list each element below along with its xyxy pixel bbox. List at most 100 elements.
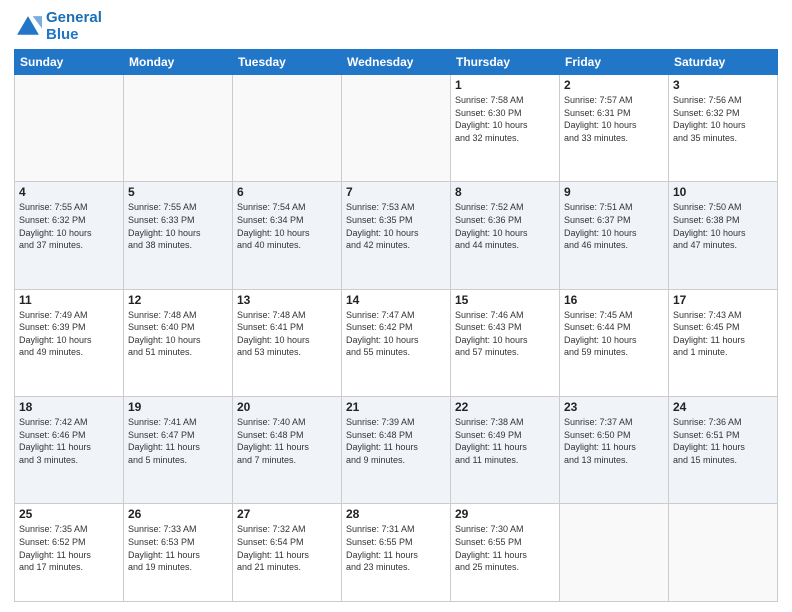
col-header-friday: Friday xyxy=(560,50,669,75)
day-info: Sunrise: 7:49 AM Sunset: 6:39 PM Dayligh… xyxy=(19,309,119,359)
calendar-cell: 15Sunrise: 7:46 AM Sunset: 6:43 PM Dayli… xyxy=(451,289,560,396)
page: General Blue SundayMondayTuesdayWednesda… xyxy=(0,0,792,612)
col-header-sunday: Sunday xyxy=(15,50,124,75)
calendar-cell: 9 Sunrise: 7:51 AM Sunset: 6:37 PM Daylig… xyxy=(560,182,669,289)
day-number: 25 xyxy=(19,507,119,521)
day-info: Sunrise: 7:31 AM Sunset: 6:55 PM Dayligh… xyxy=(346,523,446,573)
day-number: 28 xyxy=(346,507,446,521)
day-number: 10 xyxy=(673,185,773,199)
calendar-cell: 19 Sunrise: 7:41 AM Sunset: 6:47 PM Dayli… xyxy=(124,397,233,504)
calendar-cell xyxy=(560,504,669,602)
day-number: 6 xyxy=(237,185,337,199)
day-number: 5 xyxy=(128,185,228,199)
calendar-cell: 13 Sunrise: 7:48 AM Sunset: 6:41 PM Dayli… xyxy=(233,289,342,396)
calendar-cell: 21 Sunrise: 7:39 AM Sunset: 6:48 PM Dayli… xyxy=(342,397,451,504)
day-info: Sunrise: 7:36 AM Sunset: 6:51 PM Dayligh… xyxy=(673,416,773,466)
day-info: Sunrise: 7:52 AM Sunset: 6:36 PM Dayligh… xyxy=(455,201,555,251)
col-header-tuesday: Tuesday xyxy=(233,50,342,75)
col-header-monday: Monday xyxy=(124,50,233,75)
calendar-cell: 28 Sunrise: 7:31 AM Sunset: 6:55 PM Dayli… xyxy=(342,504,451,602)
calendar-cell: 11 Sunrise: 7:49 AM Sunset: 6:39 PM Dayli… xyxy=(15,289,124,396)
week-row-2: 4Sunrise: 7:55 AM Sunset: 6:32 PM Daylig… xyxy=(15,182,778,289)
day-number: 26 xyxy=(128,507,228,521)
day-info: Sunrise: 7:40 AM Sunset: 6:48 PM Dayligh… xyxy=(237,416,337,466)
day-number: 13 xyxy=(237,293,337,307)
header: General Blue xyxy=(14,10,778,43)
day-number: 9 xyxy=(564,185,664,199)
day-info: Sunrise: 7:53 AM Sunset: 6:35 PM Dayligh… xyxy=(346,201,446,251)
day-info: Sunrise: 7:38 AM Sunset: 6:49 PM Dayligh… xyxy=(455,416,555,466)
week-row-4: 18 Sunrise: 7:42 AM Sunset: 6:46 PM Dayli… xyxy=(15,397,778,504)
calendar-cell: 2 Sunrise: 7:57 AM Sunset: 6:31 PM Daylig… xyxy=(560,75,669,182)
day-number: 8 xyxy=(455,185,555,199)
day-info: Sunrise: 7:56 AM Sunset: 6:32 PM Dayligh… xyxy=(673,94,773,144)
calendar-cell: 12 Sunrise: 7:48 AM Sunset: 6:40 PM Dayli… xyxy=(124,289,233,396)
calendar-cell xyxy=(342,75,451,182)
calendar-cell: 17Sunrise: 7:43 AM Sunset: 6:45 PM Dayli… xyxy=(669,289,778,396)
day-number: 18 xyxy=(19,400,119,414)
day-info: Sunrise: 7:37 AM Sunset: 6:50 PM Dayligh… xyxy=(564,416,664,466)
day-number: 2 xyxy=(564,78,664,92)
day-number: 11 xyxy=(19,293,119,307)
day-info: Sunrise: 7:43 AM Sunset: 6:45 PM Dayligh… xyxy=(673,309,773,359)
day-number: 7 xyxy=(346,185,446,199)
calendar-cell xyxy=(124,75,233,182)
day-number: 12 xyxy=(128,293,228,307)
col-header-wednesday: Wednesday xyxy=(342,50,451,75)
logo-icon xyxy=(14,13,42,41)
calendar-cell: 24 Sunrise: 7:36 AM Sunset: 6:51 PM Dayli… xyxy=(669,397,778,504)
day-info: Sunrise: 7:48 AM Sunset: 6:40 PM Dayligh… xyxy=(128,309,228,359)
calendar-cell xyxy=(233,75,342,182)
day-info: Sunrise: 7:58 AM Sunset: 6:30 PM Dayligh… xyxy=(455,94,555,144)
col-header-thursday: Thursday xyxy=(451,50,560,75)
day-number: 19 xyxy=(128,400,228,414)
day-number: 21 xyxy=(346,400,446,414)
calendar-cell: 20 Sunrise: 7:40 AM Sunset: 6:48 PM Dayli… xyxy=(233,397,342,504)
day-info: Sunrise: 7:41 AM Sunset: 6:47 PM Dayligh… xyxy=(128,416,228,466)
col-header-saturday: Saturday xyxy=(669,50,778,75)
logo-text: General Blue xyxy=(46,10,102,43)
week-row-3: 11 Sunrise: 7:49 AM Sunset: 6:39 PM Dayli… xyxy=(15,289,778,396)
day-info: Sunrise: 7:39 AM Sunset: 6:48 PM Dayligh… xyxy=(346,416,446,466)
day-info: Sunrise: 7:33 AM Sunset: 6:53 PM Dayligh… xyxy=(128,523,228,573)
day-info: Sunrise: 7:32 AM Sunset: 6:54 PM Dayligh… xyxy=(237,523,337,573)
calendar-cell: 26 Sunrise: 7:33 AM Sunset: 6:53 PM Dayli… xyxy=(124,504,233,602)
calendar-cell xyxy=(669,504,778,602)
calendar-table: SundayMondayTuesdayWednesdayThursdayFrid… xyxy=(14,49,778,602)
calendar-cell: 23 Sunrise: 7:37 AM Sunset: 6:50 PM Dayli… xyxy=(560,397,669,504)
day-info: Sunrise: 7:50 AM Sunset: 6:38 PM Dayligh… xyxy=(673,201,773,251)
day-info: Sunrise: 7:42 AM Sunset: 6:46 PM Dayligh… xyxy=(19,416,119,466)
day-info: Sunrise: 7:57 AM Sunset: 6:31 PM Dayligh… xyxy=(564,94,664,144)
calendar-cell: 6 Sunrise: 7:54 AM Sunset: 6:34 PM Daylig… xyxy=(233,182,342,289)
day-number: 20 xyxy=(237,400,337,414)
day-info: Sunrise: 7:55 AM Sunset: 6:32 PM Dayligh… xyxy=(19,201,119,251)
day-info: Sunrise: 7:54 AM Sunset: 6:34 PM Dayligh… xyxy=(237,201,337,251)
week-row-5: 25 Sunrise: 7:35 AM Sunset: 6:52 PM Dayli… xyxy=(15,504,778,602)
day-info: Sunrise: 7:51 AM Sunset: 6:37 PM Dayligh… xyxy=(564,201,664,251)
calendar-cell: 8 Sunrise: 7:52 AM Sunset: 6:36 PM Daylig… xyxy=(451,182,560,289)
day-number: 22 xyxy=(455,400,555,414)
calendar-cell: 1 Sunrise: 7:58 AM Sunset: 6:30 PM Daylig… xyxy=(451,75,560,182)
day-info: Sunrise: 7:45 AM Sunset: 6:44 PM Dayligh… xyxy=(564,309,664,359)
day-number: 23 xyxy=(564,400,664,414)
calendar-cell xyxy=(15,75,124,182)
calendar-cell: 5Sunrise: 7:55 AM Sunset: 6:33 PM Daylig… xyxy=(124,182,233,289)
day-number: 14 xyxy=(346,293,446,307)
calendar-cell: 10 Sunrise: 7:50 AM Sunset: 6:38 PM Dayli… xyxy=(669,182,778,289)
day-info: Sunrise: 7:46 AM Sunset: 6:43 PM Dayligh… xyxy=(455,309,555,359)
calendar-cell: 27 Sunrise: 7:32 AM Sunset: 6:54 PM Dayli… xyxy=(233,504,342,602)
calendar-cell: 18 Sunrise: 7:42 AM Sunset: 6:46 PM Dayli… xyxy=(15,397,124,504)
calendar-cell: 7 Sunrise: 7:53 AM Sunset: 6:35 PM Daylig… xyxy=(342,182,451,289)
day-info: Sunrise: 7:48 AM Sunset: 6:41 PM Dayligh… xyxy=(237,309,337,359)
logo-general: General xyxy=(46,9,102,26)
day-number: 29 xyxy=(455,507,555,521)
day-number: 1 xyxy=(455,78,555,92)
calendar-cell: 4Sunrise: 7:55 AM Sunset: 6:32 PM Daylig… xyxy=(15,182,124,289)
day-info: Sunrise: 7:35 AM Sunset: 6:52 PM Dayligh… xyxy=(19,523,119,573)
day-number: 27 xyxy=(237,507,337,521)
day-number: 24 xyxy=(673,400,773,414)
calendar-cell: 14 Sunrise: 7:47 AM Sunset: 6:42 PM Dayli… xyxy=(342,289,451,396)
header-row: SundayMondayTuesdayWednesdayThursdayFrid… xyxy=(15,50,778,75)
day-info: Sunrise: 7:47 AM Sunset: 6:42 PM Dayligh… xyxy=(346,309,446,359)
calendar-cell: 3Sunrise: 7:56 AM Sunset: 6:32 PM Daylig… xyxy=(669,75,778,182)
